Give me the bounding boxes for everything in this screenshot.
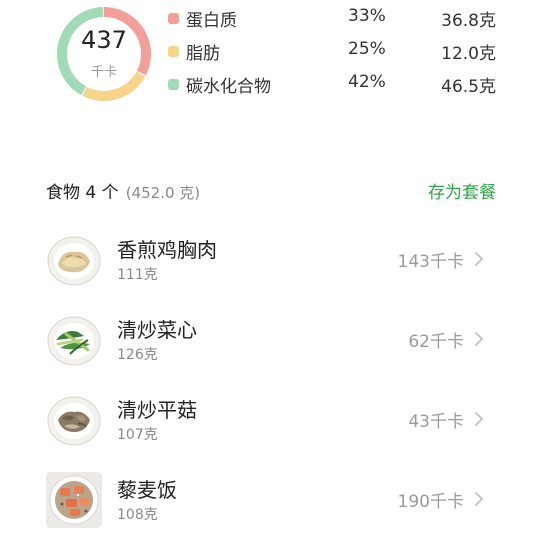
stir-fried-greens-dish-icon bbox=[47, 316, 101, 366]
food-list-header: 食物 4 个 (452.0 克) 存为套餐 bbox=[46, 178, 496, 206]
macro-grams: 12.0克 bbox=[441, 44, 496, 64]
food-name: 清炒菜心 bbox=[117, 318, 197, 342]
food-item-mushroom[interactable]: 清炒平菇 107克 43千卡 bbox=[0, 380, 540, 460]
food-weight: 107克 bbox=[117, 427, 158, 443]
food-item-chicken[interactable]: 香煎鸡胸肉 111克 143千卡 bbox=[0, 220, 540, 300]
save-as-meal-button[interactable]: 存为套餐 bbox=[428, 178, 496, 203]
protein-color-dot bbox=[168, 13, 179, 24]
chevron-right-icon bbox=[475, 332, 483, 346]
chicken-breast-dish-icon bbox=[47, 236, 101, 286]
food-calories: 43千卡 bbox=[408, 412, 464, 432]
food-name: 清炒平菇 bbox=[117, 398, 197, 422]
food-weight: 108克 bbox=[117, 507, 158, 523]
macro-name: 蛋白质 bbox=[186, 11, 237, 31]
food-total-weight: (452.0 克) bbox=[125, 184, 201, 202]
nutrition-summary: 437 千卡 蛋白质 33% 36.8克 脂肪 25% 12.0克 碳水化合物 … bbox=[0, 0, 540, 110]
chevron-right-icon bbox=[475, 252, 483, 266]
calorie-total: 437 千卡 bbox=[52, 2, 156, 106]
oyster-mushroom-dish-icon bbox=[47, 396, 101, 446]
chevron-right-icon bbox=[475, 412, 483, 426]
food-calories: 143千卡 bbox=[397, 252, 464, 272]
macro-grams: 36.8克 bbox=[441, 11, 496, 31]
calorie-value: 437 bbox=[81, 25, 127, 54]
macro-name: 碳水化合物 bbox=[186, 77, 271, 97]
food-name: 藜麦饭 bbox=[117, 478, 177, 502]
food-item-quinoa[interactable]: 藜麦饭 108克 190千卡 bbox=[0, 460, 540, 540]
chevron-right-icon bbox=[475, 492, 483, 506]
food-weight: 111克 bbox=[117, 267, 158, 283]
food-calories: 190千卡 bbox=[397, 492, 464, 512]
macro-row-fat: 脂肪 25% 12.0克 bbox=[166, 39, 506, 64]
quinoa-rice-bowl-icon bbox=[46, 472, 102, 528]
food-item-greens[interactable]: 清炒菜心 126克 62千卡 bbox=[0, 300, 540, 380]
macro-name: 脂肪 bbox=[186, 44, 220, 64]
food-name: 香煎鸡胸肉 bbox=[117, 238, 217, 262]
calorie-unit: 千卡 bbox=[90, 64, 117, 80]
macro-percent: 33% bbox=[348, 6, 386, 26]
food-count-title: 食物 4 个 bbox=[46, 183, 119, 203]
food-calories: 62千卡 bbox=[408, 332, 464, 352]
food-weight: 126克 bbox=[117, 347, 158, 363]
fat-color-dot bbox=[168, 46, 179, 57]
carbs-color-dot bbox=[168, 79, 179, 90]
macro-grams: 46.5克 bbox=[441, 77, 496, 97]
macro-percent: 25% bbox=[348, 39, 386, 59]
macro-row-carbs: 碳水化合物 42% 46.5克 bbox=[166, 72, 506, 97]
macro-percent: 42% bbox=[348, 72, 386, 92]
macro-row-protein: 蛋白质 33% 36.8克 bbox=[166, 6, 506, 31]
